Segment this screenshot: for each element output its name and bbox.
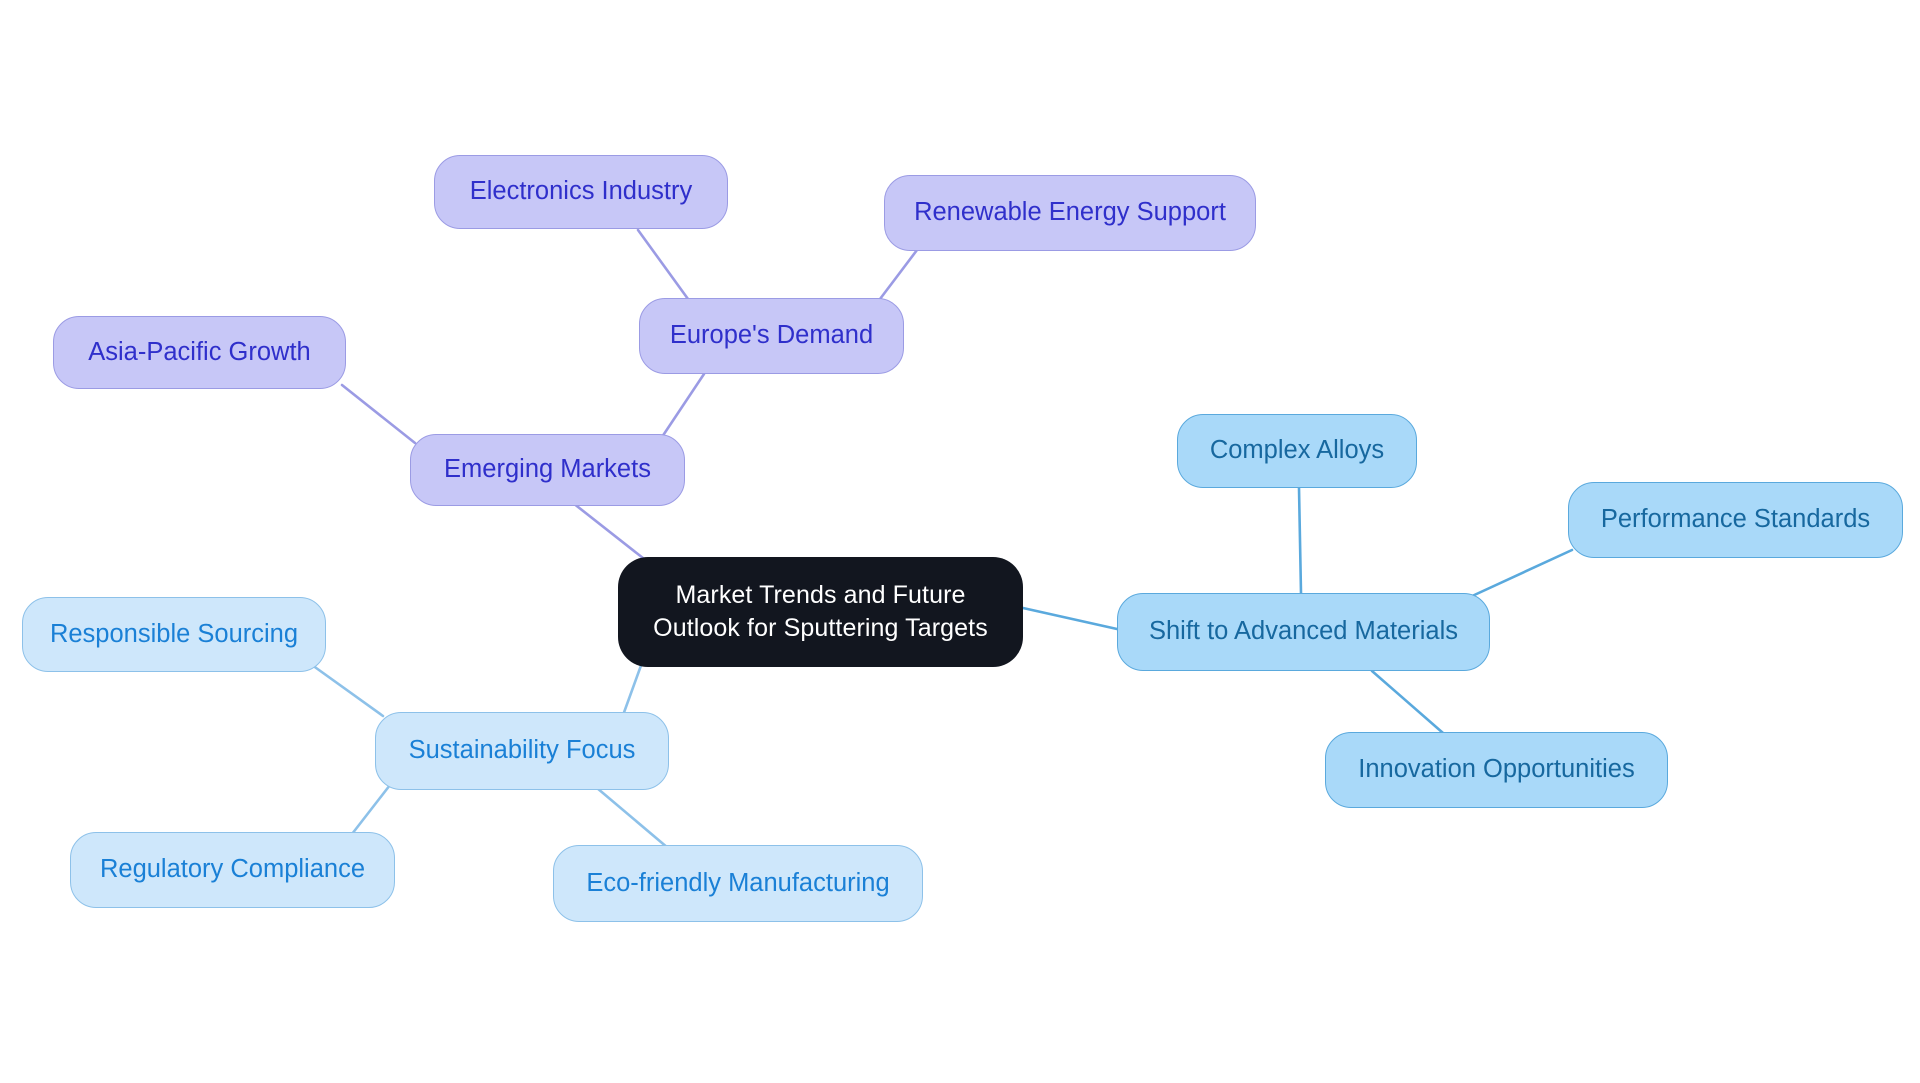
connector-emerging-markets-to-asia-pacific-growth xyxy=(340,383,417,445)
mindmap-node-asia-pacific-growth[interactable]: Asia-Pacific Growth xyxy=(53,316,346,389)
mindmap-node-performance-standards[interactable]: Performance Standards xyxy=(1568,482,1903,558)
node-label: Regulatory Compliance xyxy=(99,855,366,884)
connector-root-to-emerging-markets xyxy=(571,501,650,564)
mindmap-canvas: Market Trends and Future Outlook for Spu… xyxy=(0,0,1920,1083)
node-label: Sustainability Focus xyxy=(408,736,636,765)
node-label: Electronics Industry xyxy=(469,177,693,206)
node-label: Renewable Energy Support xyxy=(914,198,1226,227)
mindmap-root-node[interactable]: Market Trends and Future Outlook for Spu… xyxy=(618,557,1023,667)
node-label: Complex Alloys xyxy=(1209,436,1385,465)
connector-sustainability-focus-to-regulatory-compliance xyxy=(350,783,392,836)
mindmap-node-shift-to-advanced-materials[interactable]: Shift to Advanced Materials xyxy=(1117,593,1490,671)
connector-shift-to-advanced-materials-to-innovation-opportunities xyxy=(1370,669,1445,735)
mindmap-node-electronics-industry[interactable]: Electronics Industry xyxy=(434,155,728,229)
connector-root-to-sustainability-focus xyxy=(620,658,645,720)
mindmap-node-emerging-markets[interactable]: Emerging Markets xyxy=(410,434,685,506)
node-label: Eco-friendly Manufacturing xyxy=(586,868,890,897)
connector-shift-to-advanced-materials-to-performance-standards xyxy=(1468,548,1574,599)
connector-europes-demand-to-renewable-energy-support xyxy=(875,248,919,305)
connector-sustainability-focus-to-responsible-sourcing xyxy=(310,663,385,718)
mindmap-node-sustainability-focus[interactable]: Sustainability Focus xyxy=(375,712,669,790)
connector-sustainability-focus-to-eco-friendly-manufacturing xyxy=(595,786,670,850)
connector-europes-demand-to-electronics-industry xyxy=(636,228,690,301)
node-label: Innovation Opportunities xyxy=(1358,755,1635,784)
node-label: Asia-Pacific Growth xyxy=(88,337,311,366)
connector-root-to-shift-to-advanced-materials xyxy=(1021,606,1119,631)
node-label: Emerging Markets xyxy=(444,455,651,484)
node-label: Europe's Demand xyxy=(669,321,874,350)
mindmap-node-regulatory-compliance[interactable]: Regulatory Compliance xyxy=(70,832,395,908)
connector-emerging-markets-to-europes-demand xyxy=(656,372,706,445)
connector-shift-to-advanced-materials-to-complex-alloys xyxy=(1297,486,1303,595)
node-label: Responsible Sourcing xyxy=(49,619,299,648)
mindmap-node-eco-friendly-manufacturing[interactable]: Eco-friendly Manufacturing xyxy=(553,845,923,922)
node-label: Shift to Advanced Materials xyxy=(1148,617,1458,646)
mindmap-node-europes-demand[interactable]: Europe's Demand xyxy=(639,298,904,374)
mindmap-node-responsible-sourcing[interactable]: Responsible Sourcing xyxy=(22,597,326,672)
mindmap-node-innovation-opportunities[interactable]: Innovation Opportunities xyxy=(1325,732,1668,808)
mindmap-node-renewable-energy-support[interactable]: Renewable Energy Support xyxy=(884,175,1256,251)
root-node-label: Market Trends and Future Outlook for Spu… xyxy=(653,581,988,642)
node-label: Performance Standards xyxy=(1600,505,1871,534)
mindmap-node-complex-alloys[interactable]: Complex Alloys xyxy=(1177,414,1417,488)
